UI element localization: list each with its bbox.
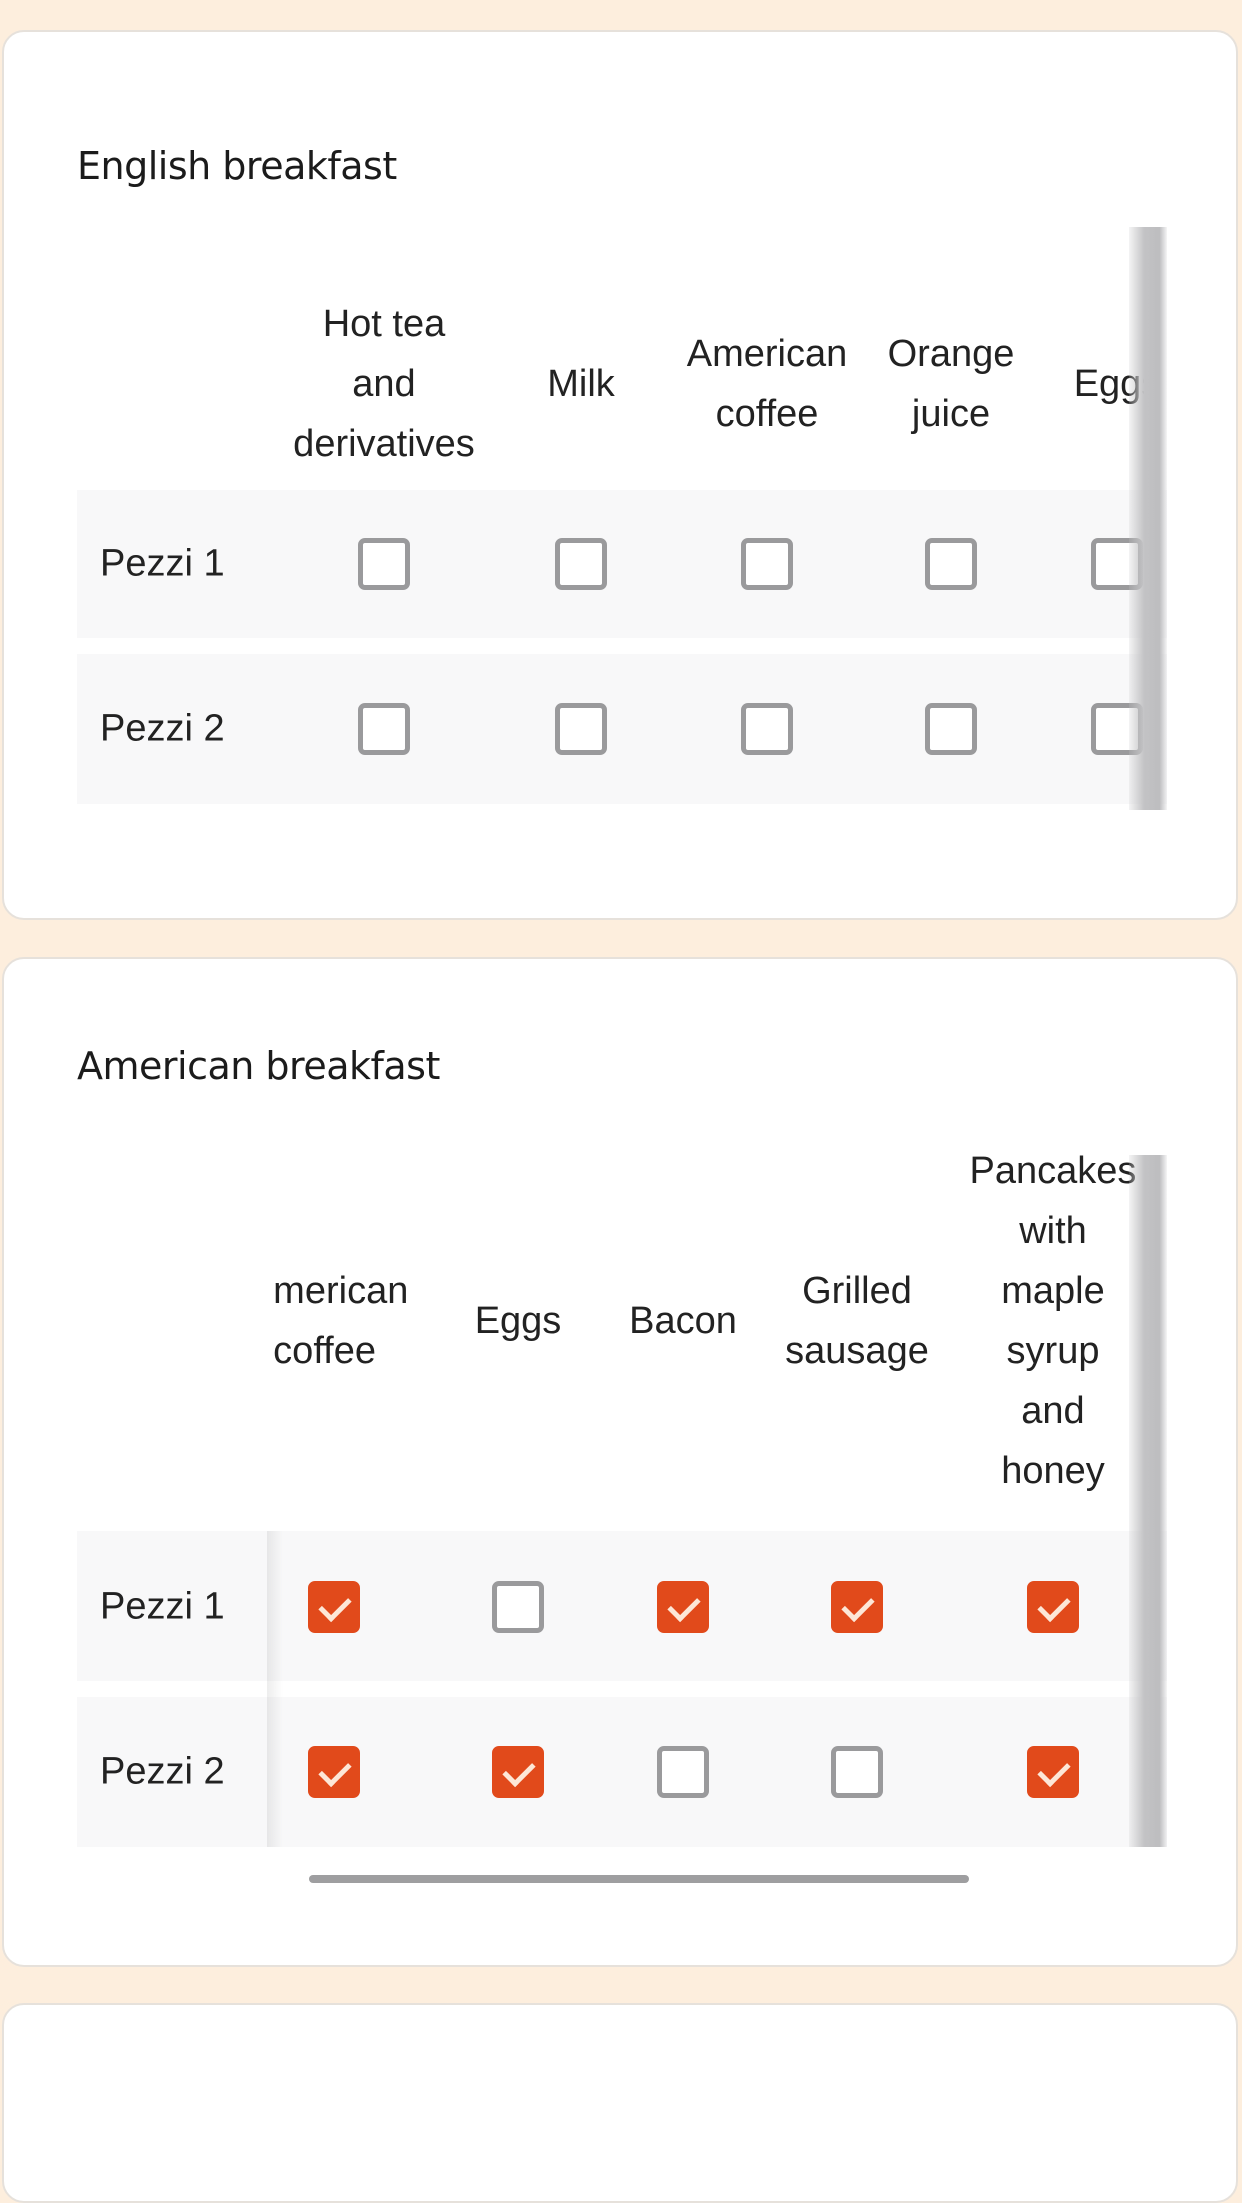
row-label-pezzi-2: Pezzi 2 [100,707,225,750]
checkbox-pezzi-2-col-2[interactable] [555,703,607,755]
column-header-milk: Milk [547,363,615,405]
checkbox-pezzi-2-col-1[interactable] [308,1746,360,1798]
column-header-eggs: Eggs [474,1300,562,1342]
row-label-pezzi-2: Pezzi 2 [100,1750,225,1793]
sticky-column-shadow [267,1531,283,1847]
column-header-american-coffee: American coffee [686,333,848,435]
checkbox-pezzi-1-col-1[interactable] [308,1581,360,1633]
horizontal-scroll-edge-shadow [1129,1155,1167,1847]
checkbox-pezzi-1-col-2[interactable] [555,538,607,590]
checkbox-pezzi-2-col-4[interactable] [831,1746,883,1798]
horizontal-scroll-edge-shadow [1129,227,1167,810]
checkbox-pezzi-1-col-5[interactable] [1027,1581,1079,1633]
question-card-next [2,2003,1238,2203]
question-card-english-breakfast: English breakfast Hot tea and derivative… [2,30,1238,920]
checkbox-pezzi-1-col-4[interactable] [831,1581,883,1633]
grid-row-pezzi-2 [77,654,1167,804]
checkbox-pezzi-1-col-2[interactable] [492,1581,544,1633]
checkbox-pezzi-1-col-4[interactable] [925,538,977,590]
column-header-bacon: Bacon [629,1300,737,1342]
row-label-pezzi-1: Pezzi 1 [100,542,225,585]
column-header-american-coffee: merican coffee [273,1270,409,1372]
column-header-pancakes: Pancakes with maple syrup and honey [969,1150,1137,1492]
grid-row-pezzi-2 [77,1697,1167,1847]
question-title: English breakfast [77,144,397,188]
checkbox-pezzi-2-col-4[interactable] [925,703,977,755]
horizontal-scrollbar[interactable] [309,1875,969,1883]
question-card-american-breakfast: American breakfast merican coffee Eggs B… [2,957,1238,1967]
question-title: American breakfast [77,1044,440,1088]
checkbox-pezzi-2-col-1[interactable] [358,703,410,755]
checkbox-pezzi-2-col-3[interactable] [741,703,793,755]
checkbox-pezzi-1-col-3[interactable] [741,538,793,590]
grid-row-pezzi-1 [77,490,1167,638]
checkbox-pezzi-2-col-2[interactable] [492,1746,544,1798]
checkbox-pezzi-2-col-3[interactable] [657,1746,709,1798]
column-header-grilled-sausage: Grilled sausage [785,1270,929,1372]
grid-row-pezzi-1 [77,1531,1167,1681]
checkbox-pezzi-1-col-3[interactable] [657,1581,709,1633]
row-label-pezzi-1: Pezzi 1 [100,1585,225,1628]
column-header-orange-juice: Orange juice [887,333,1015,435]
checkbox-pezzi-1-col-1[interactable] [358,538,410,590]
checkbox-pezzi-2-col-5[interactable] [1027,1746,1079,1798]
column-header-hot-tea: Hot tea and derivatives [293,303,475,465]
